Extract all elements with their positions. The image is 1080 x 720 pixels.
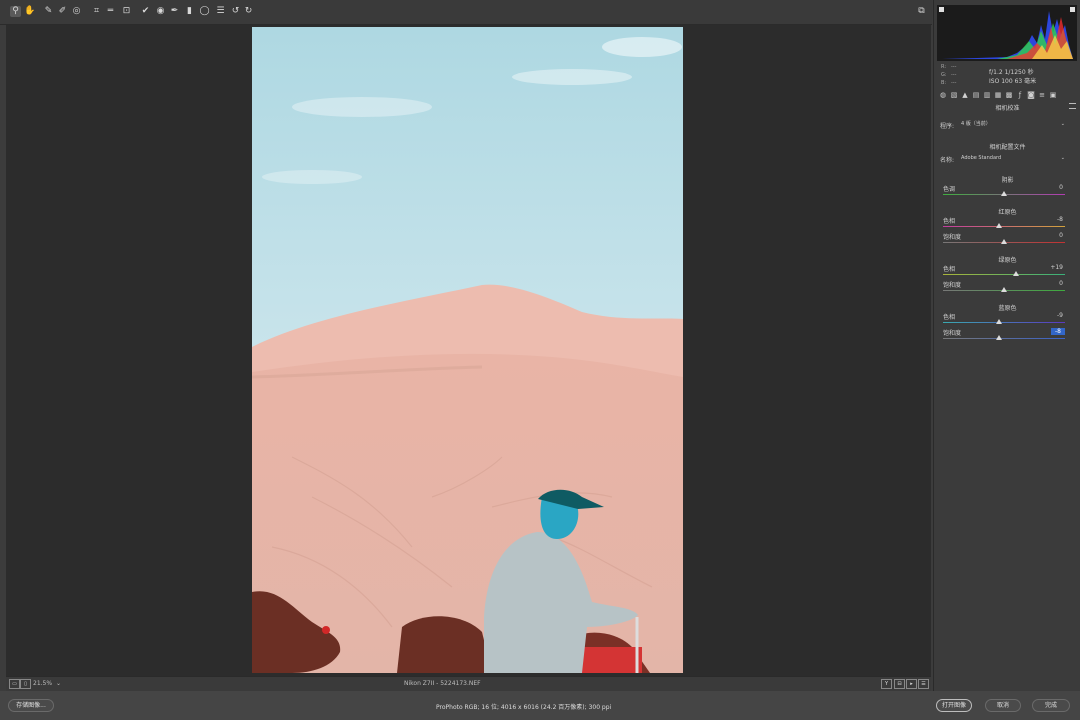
crop-tool-icon[interactable]: ⌗ — [91, 6, 102, 17]
slider-thumb[interactable] — [995, 319, 1002, 324]
r-label: R: — [941, 64, 947, 70]
bottom-bar: 存储图像... ProPhoto RGB; 16 位; 4016 x 6016 … — [0, 691, 1080, 720]
single-view-icon[interactable]: ▭ — [9, 679, 20, 689]
process-select[interactable]: 4 版（当前） ⌄ — [959, 120, 1067, 128]
camera-profile-title: 相机配置文件 — [989, 144, 1026, 151]
tone-curve-tab-icon[interactable]: ▧ — [950, 91, 958, 99]
radial-filter-icon[interactable]: ◯ — [199, 6, 210, 17]
zoom-level[interactable]: 21.5% — [33, 680, 52, 687]
cancel-button[interactable]: 取消 — [985, 699, 1021, 712]
color-sampler-tool-icon[interactable]: ✐ — [57, 6, 68, 17]
g-label: G: — [941, 72, 947, 78]
slider-value[interactable]: 0 — [1043, 280, 1063, 287]
green-primary-title: 绿原色 — [998, 257, 1017, 264]
slider-thumb[interactable] — [1001, 287, 1007, 292]
before-after-toggle-icon[interactable]: Y — [881, 679, 892, 689]
straighten-tool-icon[interactable]: ═ — [105, 6, 116, 17]
spot-removal-tool-icon[interactable]: ✔ — [140, 6, 151, 17]
panel-tabs: ◍ ▧ ▲ ▤ ▥ ▦ ▩ ƒ ◙ ≡ ▣ — [936, 91, 1079, 100]
adjustment-panel: R: G: B: --- --- --- f/1.2 1/1250 秒 ISO … — [933, 0, 1080, 691]
shadows-title: 阴影 — [1001, 177, 1014, 184]
presets-tab-icon[interactable]: ≡ — [1038, 91, 1046, 99]
desert-photo — [252, 27, 683, 673]
slider-thumb[interactable] — [996, 335, 1003, 340]
filename-label: Nikon Z7II - 5224173.NEF — [404, 680, 481, 687]
histogram — [937, 5, 1077, 61]
slider-label: 色调 — [943, 186, 956, 193]
slider-track[interactable] — [943, 274, 1065, 275]
tool-bar: ⚲ ✋ ✎ ✐ ◎ ⌗ ═ ⊡ ✔ ◉ ✒ ▮ ◯ ☰ ↺ ↻ ⧉ — [0, 0, 932, 25]
profile-select-value: Adobe Standard — [961, 155, 1002, 161]
slider-value[interactable]: 0 — [1043, 184, 1063, 191]
exif-iso-focal: ISO 100 63 毫米 — [989, 78, 1037, 85]
zoom-tool-icon[interactable]: ⚲ — [10, 6, 21, 17]
adjustment-brush-icon[interactable]: ✒ — [169, 6, 180, 17]
slider-label: 饱和度 — [943, 330, 962, 337]
b-label: B: — [941, 80, 947, 86]
slider-track[interactable] — [943, 226, 1065, 227]
process-select-value: 4 版（当前） — [961, 121, 991, 127]
slider-label: 饱和度 — [943, 282, 962, 289]
status-bar: ▭ ▯ 21.5% ⌄ Nikon Z7II - 5224173.NEF Y ⊟ ▸… — [6, 676, 931, 691]
histogram-graph — [942, 11, 1073, 59]
effects-tab-icon[interactable]: ▩ — [1005, 91, 1013, 99]
graduated-filter-icon[interactable]: ▮ — [184, 6, 195, 17]
slider-thumb[interactable] — [1001, 239, 1007, 244]
slider-label: 饱和度 — [943, 234, 962, 241]
r-value: --- — [951, 64, 957, 70]
white-balance-tool-icon[interactable]: ✎ — [43, 6, 54, 17]
slider-value[interactable]: +19 — [1043, 264, 1063, 271]
red-primary-title: 红原色 — [998, 209, 1017, 216]
slider-value[interactable]: -8 — [1043, 216, 1063, 223]
preferences-icon[interactable]: ☰ — [215, 6, 226, 17]
hand-tool-icon[interactable]: ✋ — [24, 6, 35, 17]
basic-tab-icon[interactable]: ◍ — [939, 91, 947, 99]
lens-tab-icon[interactable]: ▦ — [994, 91, 1002, 99]
done-button[interactable]: 完成 — [1032, 699, 1070, 712]
transform-tool-icon[interactable]: ⊡ — [121, 6, 132, 17]
slider-value[interactable]: 0 — [1043, 232, 1063, 239]
slider-thumb[interactable] — [996, 223, 1003, 228]
b-value: --- — [951, 80, 957, 86]
view-settings-icon[interactable]: ☰ — [918, 679, 929, 689]
slider-value[interactable]: -8 — [1051, 328, 1065, 335]
profile-select[interactable]: Adobe Standard ⌄ — [959, 154, 1067, 162]
slider-track[interactable] — [943, 322, 1065, 323]
slider-value[interactable]: -9 — [1043, 312, 1063, 319]
exif-aperture-shutter: f/1.2 1/1250 秒 — [989, 69, 1034, 76]
slider-thumb[interactable] — [1012, 271, 1019, 276]
compare-view-icon[interactable]: ▯ — [20, 679, 31, 689]
calibration-tab-icon[interactable]: ◙ — [1027, 91, 1035, 99]
name-label: 名称: — [940, 157, 955, 164]
split-view-icon[interactable]: ⊟ — [894, 679, 905, 689]
detail-tab-icon[interactable]: ▲ — [961, 91, 969, 99]
blue-primary-title: 蓝原色 — [998, 305, 1017, 312]
panel-title: 相机校准 — [995, 105, 1020, 112]
slider-label: 色相 — [943, 314, 956, 321]
save-image-button[interactable]: 存储图像... — [8, 699, 54, 712]
process-label: 程序: — [940, 123, 955, 130]
chevron-down-icon: ⌄ — [1060, 121, 1065, 127]
zoom-dropdown-icon[interactable]: ⌄ — [56, 680, 61, 687]
photo-preview[interactable] — [252, 27, 683, 673]
red-eye-tool-icon[interactable]: ◉ — [155, 6, 166, 17]
swap-view-icon[interactable]: ▸ — [906, 679, 917, 689]
rotate-left-icon[interactable]: ↺ — [230, 6, 241, 17]
split-toning-tab-icon[interactable]: ▥ — [983, 91, 991, 99]
workflow-options-link[interactable]: ProPhoto RGB; 16 位; 4016 x 6016 (24.2 百万… — [436, 702, 611, 711]
hsl-tab-icon[interactable]: ▤ — [972, 91, 980, 99]
fullscreen-icon[interactable]: ⧉ — [916, 6, 927, 17]
slider-label: 色相 — [943, 266, 956, 273]
g-value: --- — [951, 72, 957, 78]
targeted-adjustment-tool-icon[interactable]: ◎ — [71, 6, 82, 17]
slider-label: 色相 — [943, 218, 956, 225]
open-image-button[interactable]: 打开图像 — [936, 699, 972, 712]
snapshots-tab-icon[interactable]: ▣ — [1049, 91, 1057, 99]
chevron-down-icon: ⌄ — [1060, 155, 1065, 161]
fx-tab-icon[interactable]: ƒ — [1016, 91, 1024, 99]
slider-track[interactable] — [943, 338, 1065, 339]
slider-thumb[interactable] — [1001, 191, 1007, 196]
rotate-right-icon[interactable]: ↻ — [243, 6, 254, 17]
